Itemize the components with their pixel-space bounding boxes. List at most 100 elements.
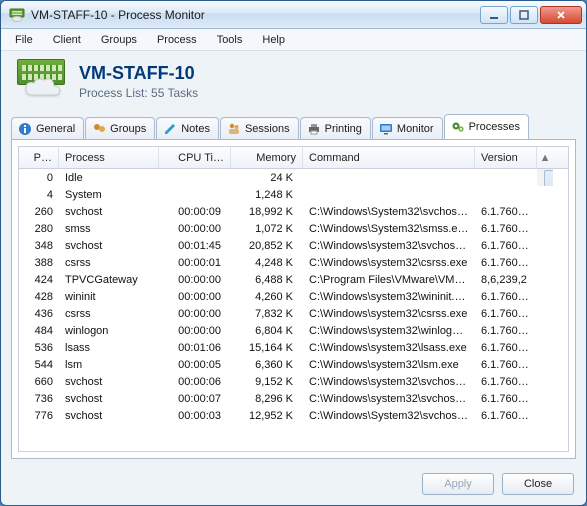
cell-command: C:\Windows\system32\winlogon…	[303, 325, 475, 337]
cell-pid: 484	[19, 325, 59, 337]
cell-command: C:\Windows\system32\svchost…	[303, 376, 475, 388]
cell-cpu: 00:00:05	[159, 359, 231, 371]
cell-cpu: 00:01:45	[159, 240, 231, 252]
client-header: VM-STAFF-10 Process List: 55 Tasks	[1, 51, 586, 113]
cell-cpu: 00:00:00	[159, 274, 231, 286]
grid-header[interactable]: P… Process CPU Ti… Memory Command Versio…	[19, 147, 568, 169]
cell-memory: 12,952 K	[231, 410, 303, 422]
cell-process: svchost	[59, 393, 159, 405]
table-row[interactable]: 424TPVCGateway00:00:006,488 KC:\Program …	[19, 271, 568, 288]
tab-label: Sessions	[245, 123, 290, 135]
cell-process: lsass	[59, 342, 159, 354]
cell-memory: 6,804 K	[231, 325, 303, 337]
client-header-text: VM-STAFF-10 Process List: 55 Tasks	[79, 63, 198, 100]
col-version[interactable]: Version	[475, 147, 537, 168]
cell-process: csrss	[59, 308, 159, 320]
cell-cpu: 00:00:00	[159, 291, 231, 303]
cell-pid: 776	[19, 410, 59, 422]
tab-sessions[interactable]: Sessions	[220, 117, 299, 140]
tab-label: Printing	[325, 123, 362, 135]
table-row[interactable]: 544lsm00:00:056,360 KC:\Windows\system32…	[19, 356, 568, 373]
cell-command: C:\Windows\System32\svchost…	[303, 206, 475, 218]
tab-general[interactable]: General	[11, 117, 84, 140]
cell-memory: 4,260 K	[231, 291, 303, 303]
cell-memory: 15,164 K	[231, 342, 303, 354]
menu-file[interactable]: File	[5, 32, 43, 48]
table-row[interactable]: 260svchost00:00:0918,992 KC:\Windows\Sys…	[19, 203, 568, 220]
info-icon	[18, 122, 32, 136]
gears-icon	[451, 120, 465, 134]
cell-memory: 4,248 K	[231, 257, 303, 269]
monitor-icon	[379, 122, 393, 136]
table-row[interactable]: 4System1,248 K	[19, 186, 568, 203]
cell-process: smss	[59, 223, 159, 235]
tab-printing[interactable]: Printing	[300, 117, 371, 140]
table-row[interactable]: 436csrss00:00:007,832 KC:\Windows\system…	[19, 305, 568, 322]
processes-panel: P… Process CPU Ti… Memory Command Versio…	[11, 139, 576, 459]
tab-notes[interactable]: Notes	[156, 117, 219, 140]
titlebar[interactable]: VM-STAFF-10 - Process Monitor	[1, 1, 586, 29]
cell-memory: 7,832 K	[231, 308, 303, 320]
client-name: VM-STAFF-10	[79, 63, 198, 84]
cell-cpu: 00:00:06	[159, 376, 231, 388]
cell-command: C:\Windows\system32\csrss.exe	[303, 257, 475, 269]
scroll-up-arrow-icon[interactable]: ▲	[537, 147, 553, 168]
tab-processes[interactable]: Processes	[444, 114, 529, 139]
cell-pid: 544	[19, 359, 59, 371]
cell-memory: 1,248 K	[231, 189, 303, 201]
table-row[interactable]: 428wininit00:00:004,260 KC:\Windows\syst…	[19, 288, 568, 305]
maximize-button[interactable]	[510, 6, 538, 24]
cell-version: 6.1.7600.16…	[475, 376, 537, 388]
cell-cpu: 00:00:09	[159, 206, 231, 218]
cell-pid: 0	[19, 172, 59, 184]
scrollbar-track[interactable]	[537, 169, 553, 186]
table-row[interactable]: 736svchost00:00:078,296 KC:\Windows\syst…	[19, 390, 568, 407]
cell-pid: 428	[19, 291, 59, 303]
menu-help[interactable]: Help	[252, 32, 295, 48]
grid-body[interactable]: 0Idle24 K4System1,248 K260svchost00:00:0…	[19, 169, 568, 451]
col-memory[interactable]: Memory	[231, 147, 303, 168]
table-row[interactable]: 660svchost00:00:069,152 KC:\Windows\syst…	[19, 373, 568, 390]
tab-groups[interactable]: Groups	[85, 117, 155, 140]
menu-groups[interactable]: Groups	[91, 32, 147, 48]
cell-pid: 388	[19, 257, 59, 269]
cell-memory: 24 K	[231, 172, 303, 184]
cell-cpu: 00:00:00	[159, 308, 231, 320]
table-row[interactable]: 280smss00:00:001,072 KC:\Windows\System3…	[19, 220, 568, 237]
cell-process: svchost	[59, 240, 159, 252]
cell-pid: 536	[19, 342, 59, 354]
col-pid[interactable]: P…	[19, 147, 59, 168]
close-window-button[interactable]	[540, 6, 582, 24]
cell-version: 8,6,239,2	[475, 274, 537, 286]
cell-pid: 660	[19, 376, 59, 388]
table-row[interactable]: 0Idle24 K	[19, 169, 568, 186]
col-cpu[interactable]: CPU Ti…	[159, 147, 231, 168]
menubar: File Client Groups Process Tools Help	[1, 29, 586, 51]
cell-pid: 424	[19, 274, 59, 286]
close-button[interactable]: Close	[502, 473, 574, 495]
cell-version: 6.1.7600.16…	[475, 410, 537, 422]
menu-tools[interactable]: Tools	[207, 32, 253, 48]
table-row[interactable]: 536lsass00:01:0615,164 KC:\Windows\syste…	[19, 339, 568, 356]
cell-memory: 20,852 K	[231, 240, 303, 252]
table-row[interactable]: 348svchost00:01:4520,852 KC:\Windows\sys…	[19, 237, 568, 254]
apply-button[interactable]: Apply	[422, 473, 494, 495]
process-grid[interactable]: P… Process CPU Ti… Memory Command Versio…	[18, 146, 569, 452]
cell-command: C:\Windows\system32\lsm.exe	[303, 359, 475, 371]
col-command[interactable]: Command	[303, 147, 475, 168]
table-row[interactable]: 484winlogon00:00:006,804 KC:\Windows\sys…	[19, 322, 568, 339]
cell-process: svchost	[59, 206, 159, 218]
col-process[interactable]: Process	[59, 147, 159, 168]
cell-version: 6.1.7600.16…	[475, 308, 537, 320]
scrollbar-thumb[interactable]	[544, 170, 553, 186]
table-row[interactable]: 776svchost00:00:0312,952 KC:\Windows\Sys…	[19, 407, 568, 424]
dialog-footer: Apply Close	[1, 467, 586, 505]
menu-client[interactable]: Client	[43, 32, 91, 48]
cell-memory: 18,992 K	[231, 206, 303, 218]
cell-memory: 8,296 K	[231, 393, 303, 405]
minimize-button[interactable]	[480, 6, 508, 24]
tab-monitor[interactable]: Monitor	[372, 117, 443, 140]
menu-process[interactable]: Process	[147, 32, 207, 48]
tab-label: Processes	[469, 121, 520, 133]
table-row[interactable]: 388csrss00:00:014,248 KC:\Windows\system…	[19, 254, 568, 271]
